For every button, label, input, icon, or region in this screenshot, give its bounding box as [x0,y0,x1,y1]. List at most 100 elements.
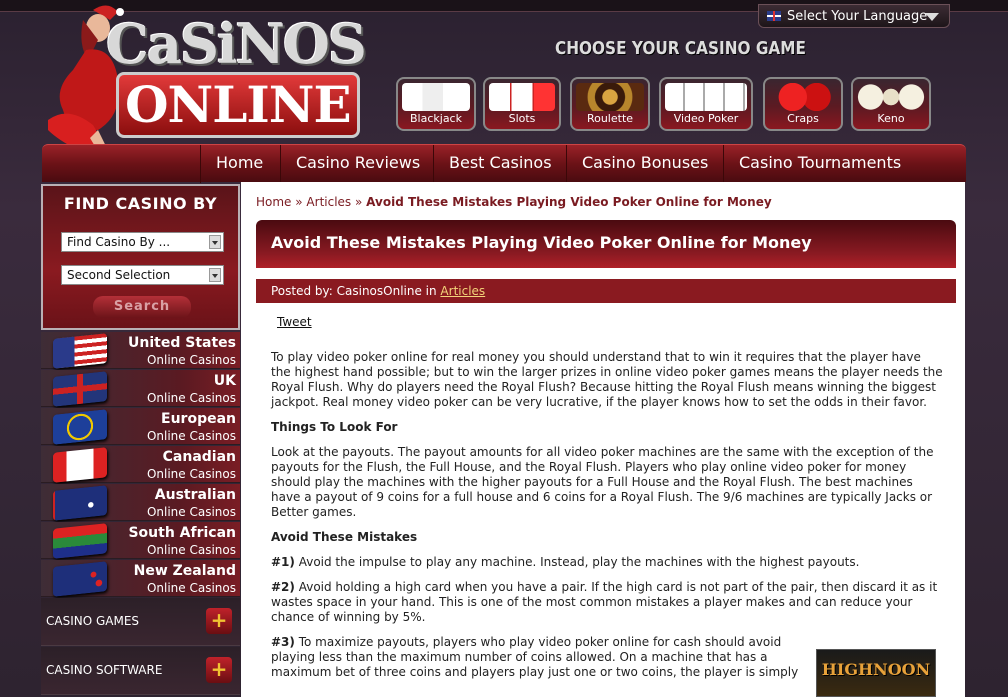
posted-by-text: Posted by: CasinosOnline in [271,284,441,298]
game-craps-button[interactable]: Craps [763,77,843,131]
find-casino-panel: FIND CASINO BY Find Casino By ... Second… [41,184,240,330]
dice-icon [769,83,837,111]
country-item-australian[interactable]: Australian Online Casinos [41,484,240,521]
game-blackjack-button[interactable]: Blackjack [396,77,476,131]
nav-casino-reviews[interactable]: Casino Reviews [280,145,435,183]
choose-game-heading: CHOOSE YOUR CASINO GAME [555,38,806,59]
mistake-number: #2) [271,580,295,594]
subheading: Things To Look For [271,420,398,434]
us-flag-icon [53,333,107,369]
country-sub: Online Casinos [146,505,236,519]
site-logo[interactable]: CaSiNOS ONLINE [100,12,367,138]
plus-icon[interactable]: + [206,657,232,683]
mistake-text: To maximize payouts, players who play vi… [271,635,799,679]
country-name: South African [128,525,236,541]
country-item-canadian[interactable]: Canadian Online Casinos [41,446,240,483]
breadcrumb-current: Avoid These Mistakes Playing Video Poker… [366,195,772,209]
country-name: Canadian [162,449,236,465]
main-nav: Home Casino Reviews Best Casinos Casino … [42,144,966,183]
nav-casino-tournaments[interactable]: Casino Tournaments [723,145,916,183]
breadcrumb-home[interactable]: Home [256,195,291,209]
highnoon-casino-ad[interactable]: HIGHNOON [816,649,936,697]
eu-flag-icon [53,409,107,445]
language-selector[interactable]: Select Your Language [758,4,950,28]
country-name: New Zealand [133,563,236,579]
article-body: To play video poker online for real mone… [271,350,943,690]
category-link[interactable]: Articles [440,284,485,298]
search-button[interactable]: Search [93,296,191,318]
country-name: United States [128,335,236,351]
paragraph: Look at the payouts. The payout amounts … [271,445,934,519]
paragraph: To play video poker online for real mone… [271,350,943,409]
country-name: European [161,411,236,427]
canada-flag-icon [53,447,107,483]
cards-icon [402,83,470,111]
country-item-european[interactable]: European Online Casinos [41,408,240,445]
breadcrumb: Home » Articles » Avoid These Mistakes P… [256,195,772,209]
country-sub: Online Casinos [146,467,236,481]
breadcrumb-separator: » [351,195,367,209]
uk-flag-icon [767,11,781,21]
mistake-text: Avoid the impulse to play any machine. I… [294,555,860,569]
south-africa-flag-icon [53,523,107,559]
game-video-poker-button[interactable]: Video Poker [659,77,753,131]
game-roulette-button[interactable]: Roulette [570,77,650,131]
game-slots-button[interactable]: Slots [483,77,561,131]
mistake-number: #3) [271,635,295,649]
select-value: Second Selection [67,268,171,282]
country-item-uk[interactable]: UK Online Casinos [41,370,240,407]
nav-best-casinos[interactable]: Best Casinos [433,145,567,183]
nav-casino-bonuses[interactable]: Casino Bonuses [566,145,723,183]
tweet-button[interactable]: Tweet [277,315,312,329]
plus-icon[interactable]: + [206,608,232,634]
country-sub: Online Casinos [146,429,236,443]
article-meta: Posted by: CasinosOnline in Articles [256,279,956,303]
game-label: Slots [508,112,536,125]
find-casino-select[interactable]: Find Casino By ... [61,232,224,252]
second-selection-select[interactable]: Second Selection [61,265,224,285]
nav-home[interactable]: Home [200,145,278,183]
roulette-icon [576,83,644,111]
mistake-item: #3) To maximize payouts, players who pla… [271,635,801,680]
game-label: Roulette [586,112,634,125]
country-item-south-african[interactable]: South African Online Casinos [41,522,240,559]
game-label: Video Poker [673,112,739,125]
game-keno-button[interactable]: Keno [851,77,931,131]
country-name: Australian [154,487,236,503]
logo-text-online: ONLINE [116,72,360,138]
find-casino-title: FIND CASINO BY [63,194,218,213]
country-item-united-states[interactable]: United States Online Casinos [41,332,240,369]
language-label: Select Your Language [787,9,928,24]
category-label: CASINO SOFTWARE [46,663,163,677]
logo-text-casinos: CaSiNOS [106,12,367,76]
country-name: UK [213,373,236,389]
mistake-item: #1) Avoid the impulse to play any machin… [271,555,943,570]
poker-cards-icon [665,83,747,111]
subheading: Avoid These Mistakes [271,530,418,544]
category-label: CASINO GAMES [46,614,140,628]
mistake-text: Avoid holding a high card when you have … [271,580,938,624]
category-casino-games[interactable]: CASINO GAMES + [41,598,240,646]
new-zealand-flag-icon [53,561,107,597]
breadcrumb-separator: » [291,195,307,209]
game-label: Blackjack [410,112,462,125]
uk-flag-icon [53,371,107,407]
category-casino-software[interactable]: CASINO SOFTWARE + [41,647,240,695]
chevron-down-icon [925,13,939,21]
game-label: Craps [787,112,819,125]
country-item-new-zealand[interactable]: New Zealand Online Casinos [41,560,240,597]
chevron-down-icon [209,235,221,249]
keno-balls-icon [857,83,925,111]
country-sub: Online Casinos [146,581,236,595]
slot-icon [489,83,555,111]
select-value: Find Casino By ... [67,235,171,249]
australia-flag-icon [53,485,107,521]
country-sub: Online Casinos [146,391,236,405]
country-sub: Online Casinos [146,353,236,367]
game-label: Keno [877,112,905,125]
chevron-down-icon [209,268,221,282]
country-sub: Online Casinos [146,543,236,557]
mistake-number: #1) [271,555,295,569]
main-content: Home » Articles » Avoid These Mistakes P… [241,182,965,697]
breadcrumb-articles[interactable]: Articles [306,195,351,209]
